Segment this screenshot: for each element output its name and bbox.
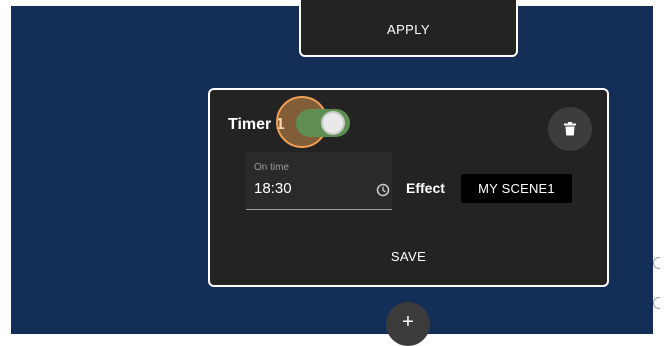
timer-title: Timer 1	[228, 116, 285, 133]
previous-card: APPLY	[299, 0, 518, 57]
timer-enable-toggle[interactable]	[296, 106, 350, 140]
delete-timer-button[interactable]	[548, 107, 592, 151]
on-time-label: On time	[254, 162, 290, 173]
apply-button[interactable]: APPLY	[301, 19, 516, 39]
add-timer-button[interactable]: +	[386, 302, 430, 346]
toggle-thumb	[321, 111, 345, 135]
on-time-value[interactable]: 18:30	[254, 180, 292, 197]
effect-label: Effect	[406, 180, 445, 196]
edge-indicator	[653, 257, 660, 269]
trash-icon	[564, 122, 576, 136]
edge-indicator	[653, 297, 660, 309]
scene-select-button[interactable]: MY SCENE1	[461, 174, 572, 203]
clock-icon[interactable]	[376, 183, 390, 197]
timer-card: Timer 1 On time 18:30 Effect MY SCENE1 S…	[208, 88, 609, 287]
save-button[interactable]: SAVE	[210, 247, 607, 265]
on-time-field[interactable]: On time 18:30	[246, 152, 392, 210]
